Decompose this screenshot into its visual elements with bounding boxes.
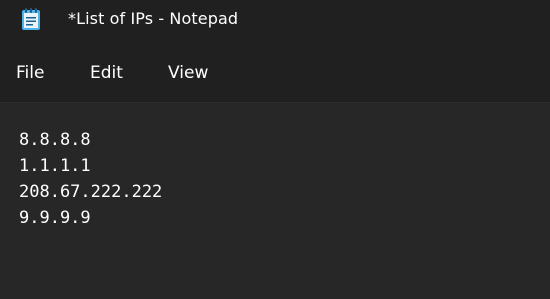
editor-content[interactable]: 8.8.8.8 1.1.1.1 208.67.222.222 9.9.9.9 bbox=[19, 127, 162, 231]
editor-line: 9.9.9.9 bbox=[19, 208, 91, 228]
editor-line: 1.1.1.1 bbox=[19, 156, 91, 176]
menu-file[interactable]: File bbox=[16, 63, 44, 83]
notepad-icon bbox=[20, 7, 42, 31]
menu-bar: File Edit View bbox=[0, 40, 550, 102]
title-bar[interactable]: *List of IPs - Notepad bbox=[0, 0, 550, 40]
editor-line: 208.67.222.222 bbox=[19, 182, 163, 202]
editor-line: 8.8.8.8 bbox=[19, 130, 91, 150]
notepad-window: *List of IPs - Notepad File Edit View 8.… bbox=[0, 0, 550, 299]
menu-edit[interactable]: Edit bbox=[90, 63, 123, 83]
text-editor[interactable]: 8.8.8.8 1.1.1.1 208.67.222.222 9.9.9.9 bbox=[0, 102, 550, 299]
menu-view[interactable]: View bbox=[168, 63, 208, 83]
window-title: *List of IPs - Notepad bbox=[68, 9, 239, 28]
